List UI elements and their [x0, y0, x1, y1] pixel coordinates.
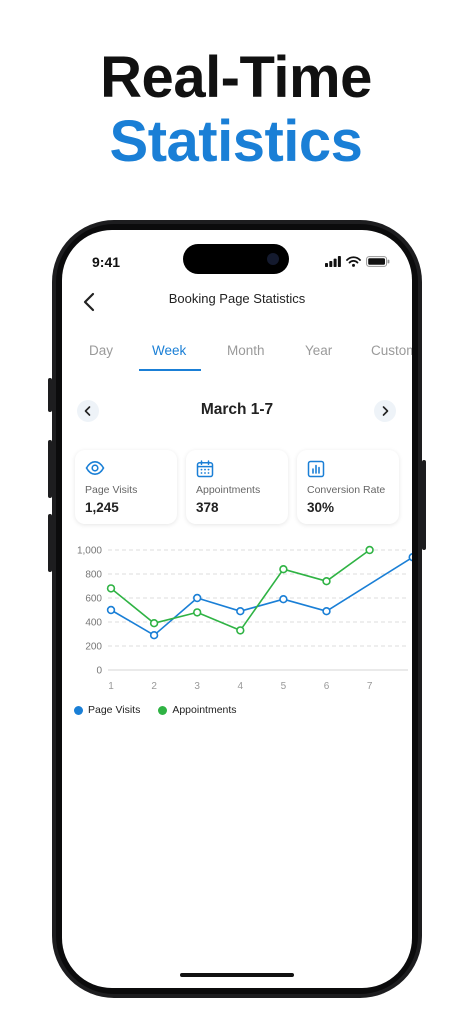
calendar-icon — [196, 460, 214, 478]
data-point — [106, 584, 116, 593]
data-point — [149, 618, 159, 628]
y-tick-label: 0 — [96, 666, 102, 677]
wifi-icon — [346, 256, 361, 267]
data-point — [279, 565, 288, 574]
stat-value: 30% — [307, 500, 335, 515]
series-line — [110, 549, 371, 632]
y-tick-label: 600 — [85, 594, 102, 605]
data-point — [236, 626, 245, 635]
legend-dot-appointments — [158, 705, 168, 715]
x-tick-label: 3 — [194, 681, 200, 692]
y-tick-label: 400 — [85, 618, 102, 629]
x-tick-label: 5 — [281, 681, 287, 692]
chevron-right-icon — [382, 406, 389, 416]
phone-power-button — [422, 460, 426, 550]
period-tabs: Day Week Month Year Custom — [62, 340, 412, 374]
phone-volume-down-button — [48, 514, 52, 572]
stat-value: 1,245 — [85, 500, 119, 515]
data-point — [408, 553, 412, 562]
tab-year[interactable]: Year — [305, 343, 332, 358]
legend-item-page-visits[interactable]: Page Visits — [74, 704, 140, 716]
chart-legend: Page Visits Appointments — [74, 704, 237, 716]
date-range-label: March 1-7 — [200, 401, 274, 418]
legend-label: Appointments — [172, 704, 237, 716]
status-time: 9:41 — [92, 254, 121, 270]
data-point — [236, 606, 245, 616]
page-title: Booking Page Statistics — [168, 291, 306, 306]
stat-label: Page Visits — [85, 484, 138, 496]
tab-day[interactable]: Day — [89, 343, 113, 358]
x-tick-label: 7 — [367, 681, 373, 692]
eye-icon — [85, 460, 105, 476]
data-point — [322, 576, 331, 586]
legend-label: Page Visits — [88, 704, 141, 716]
tab-custom[interactable]: Custom — [371, 343, 412, 358]
y-tick-label: 800 — [85, 570, 102, 581]
stat-value: 378 — [196, 500, 219, 515]
tab-month[interactable]: Month — [227, 343, 265, 358]
x-tick-label: 2 — [151, 681, 157, 692]
phone-action-button — [48, 378, 52, 412]
stat-card-page-visits: Page Visits 1,245 — [75, 450, 177, 524]
data-point — [149, 630, 159, 640]
legend-dot-page-visits — [74, 705, 83, 715]
bar-chart-icon — [307, 460, 325, 478]
status-icons — [325, 256, 390, 267]
next-period-button[interactable] — [374, 400, 396, 422]
y-tick-label: 1,000 — [77, 546, 102, 557]
stat-card-conversion-rate: Conversion Rate 30% — [297, 450, 399, 524]
data-point — [106, 605, 116, 615]
data-point — [193, 593, 202, 603]
phone-screen: 9:41 Booking Page Statistics Day Week Mo… — [62, 230, 412, 988]
x-tick-label: 1 — [108, 681, 114, 692]
stat-label: Conversion Rate — [307, 484, 386, 496]
phone-volume-up-button — [48, 440, 52, 498]
legend-item-appointments[interactable]: Appointments — [158, 704, 237, 716]
data-point — [279, 594, 288, 604]
date-range-selector: March 1-7 — [62, 398, 412, 424]
line-chart: 0 200 400 600 800 1,000 1 2 3 4 5 6 7 — [77, 545, 412, 692]
active-tab-indicator — [139, 369, 201, 371]
data-point — [193, 608, 202, 617]
y-tick-label: 200 — [85, 642, 102, 653]
home-indicator — [180, 973, 294, 977]
nav-bar: Booking Page Statistics — [62, 286, 412, 318]
battery-icon — [366, 256, 390, 267]
data-point — [322, 606, 331, 616]
headline-line-1: Real-Time — [100, 45, 372, 110]
dynamic-island — [183, 244, 289, 274]
stat-card-appointments: Appointments 378 — [186, 450, 288, 524]
headline-line-2: Statistics — [109, 109, 363, 174]
stat-label: Appointments — [196, 484, 261, 496]
tab-week[interactable]: Week — [152, 343, 186, 358]
x-tick-label: 4 — [238, 681, 244, 692]
x-tick-label: 6 — [324, 681, 330, 692]
signal-icon — [325, 256, 341, 267]
data-point — [365, 545, 374, 555]
